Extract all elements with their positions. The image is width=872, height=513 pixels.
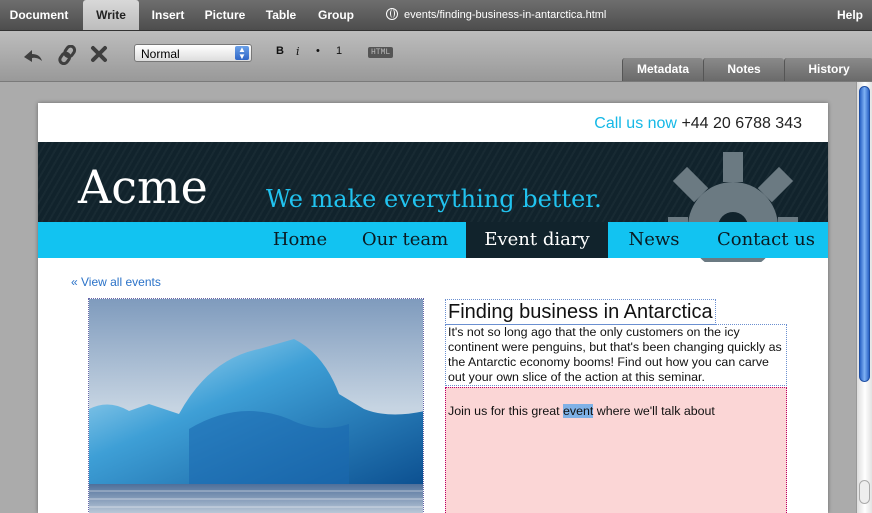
nav-news[interactable]: News xyxy=(614,222,694,258)
bold-button[interactable]: B xyxy=(276,45,284,57)
menu-insert[interactable]: Insert xyxy=(143,0,193,30)
menu-write[interactable]: Write xyxy=(83,0,139,30)
tab-metadata[interactable]: Metadata xyxy=(622,58,703,81)
vertical-scrollbar[interactable] xyxy=(856,82,872,513)
nav-home[interactable]: Home xyxy=(260,222,340,258)
nav-contact-us[interactable]: Contact us xyxy=(704,222,828,258)
event-body-text: Join us for this great xyxy=(448,404,564,418)
view-all-events-link[interactable]: « View all events xyxy=(71,275,161,289)
tab-notes[interactable]: Notes xyxy=(703,58,784,81)
format-select[interactable]: Normal ▲ ▼ xyxy=(134,44,252,62)
event-body-text-rest: where we'll talk about xyxy=(593,404,715,418)
url-text: events/finding-business-in-antarctica.ht… xyxy=(404,9,607,21)
menu-group[interactable]: Group xyxy=(311,0,361,30)
selected-text: event xyxy=(563,404,594,418)
document-page: Call us now +44 20 6788 343 Acme We make… xyxy=(38,103,828,513)
menu-bar: Document Write Insert Picture Table Grou… xyxy=(0,0,872,31)
link-icon[interactable] xyxy=(58,44,78,70)
event-description-field[interactable]: It's not so long ago that the only custo… xyxy=(445,324,787,386)
numbered-list-button[interactable]: 1 xyxy=(336,45,342,57)
tab-history[interactable]: History xyxy=(784,58,872,81)
menu-table[interactable]: Table xyxy=(259,0,303,30)
format-select-value: Normal xyxy=(141,47,180,61)
delete-icon[interactable] xyxy=(90,45,108,68)
event-title-field[interactable]: Finding business in Antarctica xyxy=(445,299,716,325)
site-header: Acme We make everything better. xyxy=(38,142,828,262)
undo-icon[interactable] xyxy=(22,45,44,68)
menu-help[interactable]: Help xyxy=(828,0,872,30)
phone-number: +44 20 6788 343 xyxy=(681,115,802,132)
menu-picture[interactable]: Picture xyxy=(197,0,253,30)
nav-our-team[interactable]: Our team xyxy=(350,222,460,258)
nav-event-diary[interactable]: Event diary xyxy=(466,222,608,258)
menu-document[interactable]: Document xyxy=(0,0,78,30)
event-body-field[interactable]: Join us for this great event where we'll… xyxy=(445,387,787,513)
site-tagline: We make everything better. xyxy=(266,185,602,213)
event-title: Finding business in Antarctica xyxy=(448,301,713,323)
event-body: Join us for this great event where we'll… xyxy=(448,404,784,419)
select-arrows-icon: ▲ ▼ xyxy=(235,46,249,61)
scrollbar-end[interactable] xyxy=(859,480,870,504)
event-image[interactable] xyxy=(88,298,424,513)
call-label: Call us now xyxy=(594,115,677,132)
italic-button[interactable]: i xyxy=(296,45,300,58)
scrollbar-thumb[interactable] xyxy=(859,86,870,382)
site-nav: Home Our team Event diary News Contact u… xyxy=(38,222,828,258)
call-us: Call us now +44 20 6788 343 xyxy=(594,115,802,133)
html-button[interactable]: HTML xyxy=(368,47,394,58)
globe-icon xyxy=(386,8,398,20)
site-logo: Acme xyxy=(78,160,208,214)
page-url: events/finding-business-in-antarctica.ht… xyxy=(386,0,606,30)
event-description: It's not so long ago that the only custo… xyxy=(448,325,782,384)
bullet-list-button[interactable]: • xyxy=(316,45,320,57)
